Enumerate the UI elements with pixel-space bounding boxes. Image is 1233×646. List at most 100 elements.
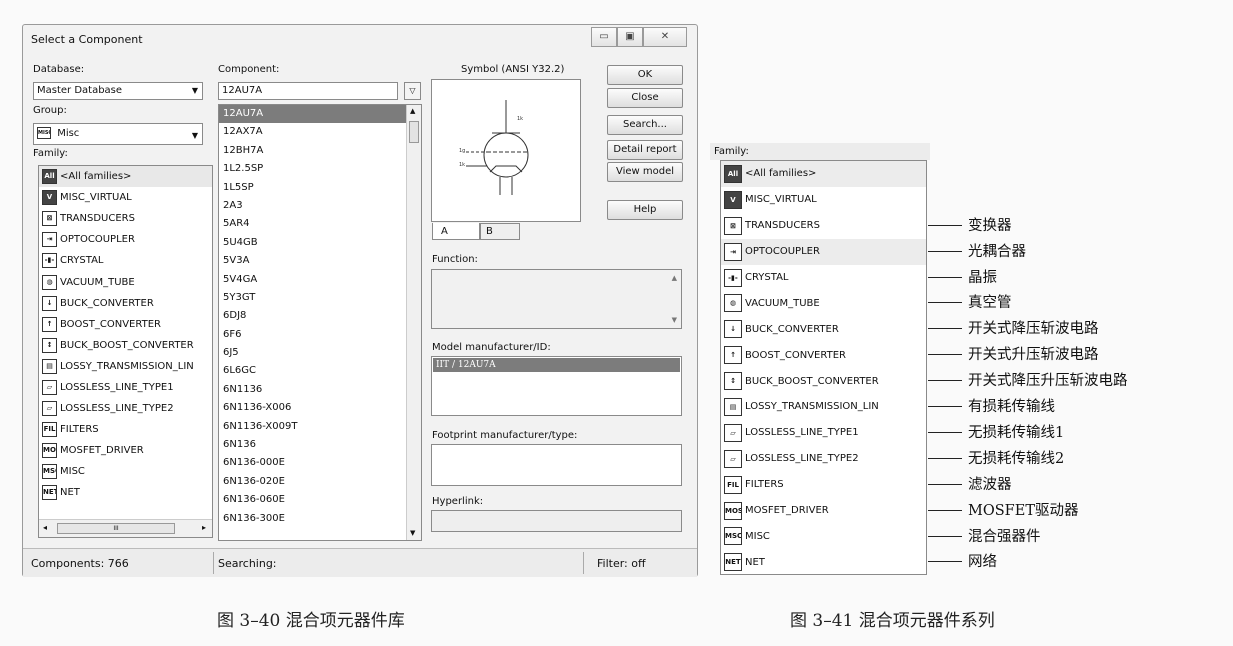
family-item[interactable]: ◍ VACUUM_TUBE bbox=[39, 271, 212, 292]
filter-icon[interactable]: ▽ bbox=[404, 82, 421, 100]
database-select[interactable]: Master Database ▼ bbox=[33, 82, 203, 100]
family-item-label: OPTOCOUPLER bbox=[60, 234, 135, 246]
vscroll-thumb[interactable] bbox=[409, 121, 419, 143]
family-item[interactable]: MSCMISC bbox=[39, 461, 212, 482]
family-item[interactable]: ▱ LOSSLESS_LINE_TYPE2 bbox=[39, 398, 212, 419]
scroll-down-icon[interactable]: ▼ bbox=[672, 316, 677, 324]
footprint-box[interactable] bbox=[431, 444, 682, 486]
family-panel-item[interactable]: ▤ LOSSY_TRANSMISSION_LIN bbox=[721, 394, 926, 420]
component-item[interactable]: 6N1136-X006 bbox=[219, 399, 421, 417]
family-panel-item[interactable]: MSC MISC bbox=[721, 523, 926, 549]
component-item[interactable]: 5V3A bbox=[219, 252, 421, 270]
family-panel-item[interactable]: ↓ BUCK_CONVERTER bbox=[721, 316, 926, 342]
function-box[interactable]: ▲ ▼ bbox=[431, 269, 682, 329]
hyperlink-field[interactable] bbox=[431, 510, 682, 532]
family-item[interactable]: V MISC_VIRTUAL bbox=[39, 187, 212, 208]
minimize-button[interactable]: ▭ bbox=[591, 27, 617, 47]
component-item[interactable]: 6J5 bbox=[219, 344, 421, 362]
component-item[interactable]: 6N136-060E bbox=[219, 491, 421, 509]
component-item[interactable]: 6N136-300E bbox=[219, 510, 421, 528]
family-item[interactable]: -▮- CRYSTAL bbox=[39, 250, 212, 271]
family-item[interactable]: ▤ LOSSY_TRANSMISSION_LIN bbox=[39, 356, 212, 377]
family-item[interactable]: ↕ BUCK_BOOST_CONVERTER bbox=[39, 335, 212, 356]
family-item-label: BUCK_BOOST_CONVERTER bbox=[60, 339, 194, 351]
status-divider bbox=[213, 552, 214, 574]
family-item[interactable]: ↓ BUCK_CONVERTER bbox=[39, 293, 212, 314]
group-select[interactable]: MISC Misc ▼ bbox=[33, 123, 203, 145]
component-item[interactable]: 6N1136 bbox=[219, 381, 421, 399]
model-item[interactable]: IIT / 12AU7A bbox=[433, 358, 680, 372]
family-panel-item[interactable]: ↕ BUCK_BOOST_CONVERTER bbox=[721, 368, 926, 394]
component-item[interactable]: 5U4GB bbox=[219, 234, 421, 252]
component-item[interactable]: 5AR4 bbox=[219, 215, 421, 233]
family-item[interactable]: ⇥ OPTOCOUPLER bbox=[39, 229, 212, 250]
family-panel-item[interactable]: FIL FILTERS bbox=[721, 472, 926, 498]
family-panel-item[interactable]: ⇥ OPTOCOUPLER bbox=[721, 238, 926, 265]
family-item[interactable]: FIL FILTERS bbox=[39, 419, 212, 440]
family-panel-item[interactable]: -▮- CRYSTAL bbox=[721, 265, 926, 291]
tab-b[interactable]: B bbox=[480, 223, 520, 240]
family-panel-list[interactable]: All <All families> V MISC_VIRTUAL ⊠ TRANSDUCE… bbox=[720, 160, 927, 575]
component-item[interactable]: 6N136-000E bbox=[219, 454, 421, 472]
family-icon: ↓ bbox=[724, 320, 742, 339]
component-item[interactable]: 6N1136-X009T bbox=[219, 418, 421, 436]
scroll-up-icon[interactable]: ▲ bbox=[672, 274, 677, 282]
component-input[interactable]: 12AU7A bbox=[218, 82, 398, 100]
family-item[interactable]: ▱ LOSSLESS_LINE_TYPE1 bbox=[39, 377, 212, 398]
family-panel-item[interactable]: ▱ LOSSLESS_LINE_TYPE2 bbox=[721, 446, 926, 472]
maximize-button[interactable]: ▣ bbox=[617, 27, 643, 47]
family-item[interactable]: ⊠ TRANSDUCERS bbox=[39, 208, 212, 229]
component-item[interactable]: 5V4GA bbox=[219, 271, 421, 289]
scroll-left-icon[interactable]: ◂ bbox=[43, 523, 47, 532]
search-button[interactable]: Search... bbox=[607, 115, 683, 135]
scroll-right-icon[interactable]: ▸ bbox=[202, 523, 206, 532]
family-item[interactable]: ↑ BOOST_CONVERTER bbox=[39, 314, 212, 335]
component-item[interactable]: 1L5SP bbox=[219, 179, 421, 197]
component-item[interactable]: 6N136 bbox=[219, 436, 421, 454]
family-item[interactable]: MOSMOSFET_DRIVER bbox=[39, 440, 212, 461]
help-button[interactable]: Help bbox=[607, 200, 683, 220]
leader-line bbox=[928, 457, 962, 459]
model-list[interactable]: IIT / 12AU7A bbox=[431, 356, 682, 416]
component-item[interactable]: 12AU7A bbox=[219, 105, 421, 124]
component-item[interactable]: 2A3 bbox=[219, 197, 421, 215]
family-panel-item[interactable]: MOS MOSFET_DRIVER bbox=[721, 498, 926, 524]
component-item[interactable]: 6F6 bbox=[219, 326, 421, 344]
family-panel-item[interactable]: NET NET bbox=[721, 549, 926, 575]
component-item[interactable]: 6DJ8 bbox=[219, 307, 421, 325]
component-list[interactable]: 12AU7A 12AX7A 12BH7A 1L2.5SP 1L5SP 2A3 5AR4 5U4… bbox=[218, 104, 422, 541]
scroll-up-icon[interactable]: ▲ bbox=[410, 107, 415, 115]
family-item[interactable]: NET NET bbox=[39, 482, 212, 503]
family-panel-item[interactable]: ◍ VACUUM_TUBE bbox=[721, 290, 926, 316]
family-panel-item[interactable]: ▱ LOSSLESS_LINE_TYPE1 bbox=[721, 420, 926, 446]
tab-a[interactable]: A bbox=[432, 223, 480, 240]
component-item[interactable]: 6L6GC bbox=[219, 362, 421, 380]
family-panel-item[interactable]: ↑ BOOST_CONVERTER bbox=[721, 342, 926, 368]
component-item[interactable]: 1L2.5SP bbox=[219, 160, 421, 178]
family-icon: MSC bbox=[42, 464, 57, 480]
family-icon: V bbox=[42, 190, 57, 206]
family-icon: ▱ bbox=[724, 449, 742, 468]
ok-button[interactable]: OK bbox=[607, 65, 683, 85]
component-item[interactable]: 5Y3GT bbox=[219, 289, 421, 307]
view-model-button[interactable]: View model bbox=[607, 162, 683, 182]
detail-report-button[interactable]: Detail report bbox=[607, 140, 683, 160]
scroll-down-icon[interactable]: ▼ bbox=[410, 529, 415, 537]
family-item-label: VACUUM_TUBE bbox=[60, 276, 135, 288]
family-list[interactable]: All <All families> V MISC_VIRTUAL ⊠ TRANSDUCE… bbox=[38, 165, 213, 538]
close-window-button[interactable]: ✕ bbox=[643, 27, 687, 47]
component-vscrollbar[interactable]: ▲ ▼ bbox=[406, 105, 421, 540]
component-item[interactable]: 6N136-020E bbox=[219, 473, 421, 491]
component-item[interactable]: 12AX7A bbox=[219, 123, 421, 141]
family-item[interactable]: All <All families> bbox=[39, 166, 212, 188]
title-bar[interactable]: Select a Component ▭ ▣ ✕ bbox=[23, 25, 697, 55]
family-panel-item-label: VACUUM_TUBE bbox=[745, 297, 820, 309]
family-panel-item[interactable]: All <All families> bbox=[721, 161, 926, 187]
family-panel-item[interactable]: ⊠ TRANSDUCERS bbox=[721, 213, 926, 239]
family-hscrollbar[interactable]: ◂ III ▸ bbox=[39, 519, 212, 537]
component-item[interactable]: 12BH7A bbox=[219, 142, 421, 160]
close-button[interactable]: Close bbox=[607, 88, 683, 108]
family-panel-item[interactable]: V MISC_VIRTUAL bbox=[721, 187, 926, 213]
family-panel-item-label: NET bbox=[745, 556, 765, 568]
hscroll-thumb[interactable]: III bbox=[57, 523, 175, 534]
